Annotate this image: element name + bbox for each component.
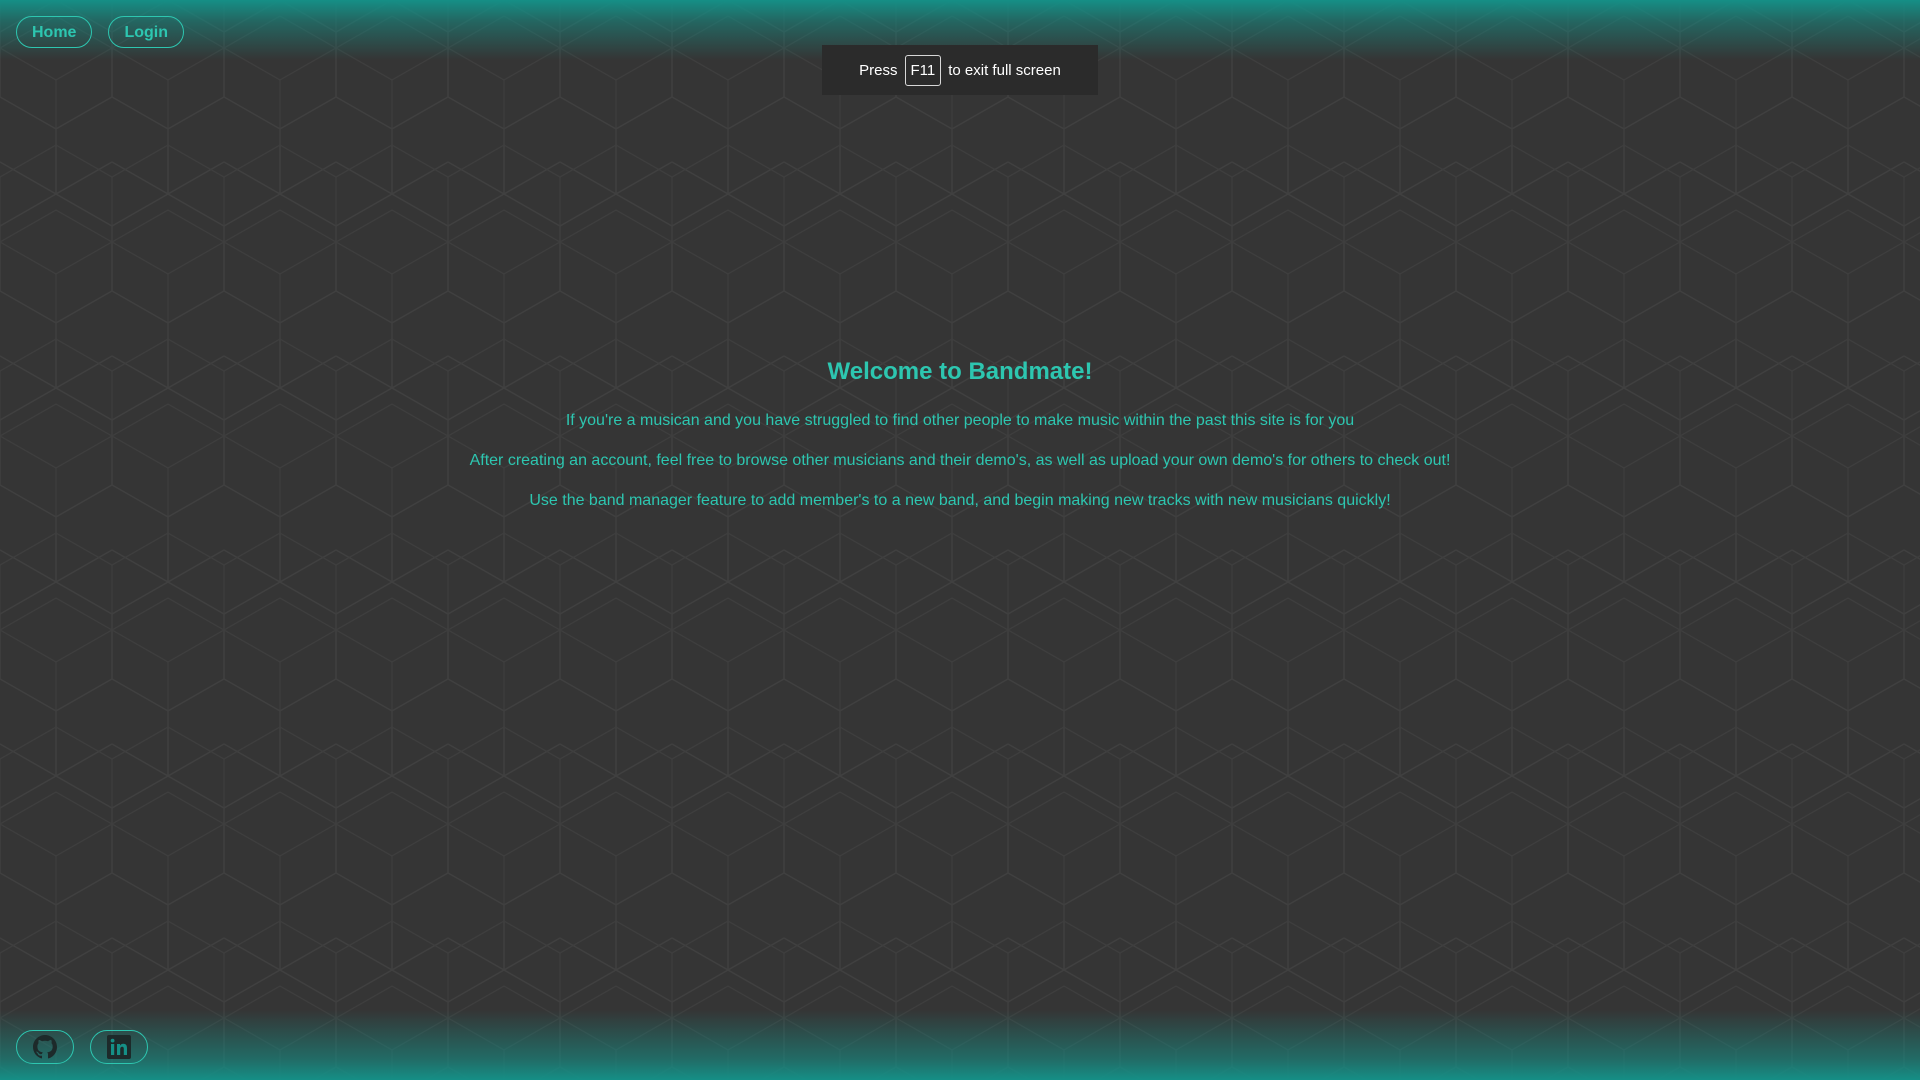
home-button[interactable]: Home (16, 16, 93, 48)
fullscreen-notice-key: F11 (904, 54, 942, 86)
fullscreen-notice: Press F11 to exit full screen (822, 45, 1098, 95)
login-button[interactable]: Login (108, 16, 184, 48)
page-title: Welcome to Bandmate! (827, 358, 1093, 385)
intro-paragraph: If you're a musican and you have struggl… (565, 412, 1355, 429)
linkedin-link[interactable] (90, 1030, 148, 1064)
fullscreen-notice-suffix: to exit full screen (948, 61, 1061, 79)
hexagon-background-pattern (0, 0, 1920, 1080)
band-manager-paragraph: Use the band manager feature to add memb… (529, 492, 1391, 509)
bottom-glow-band (0, 1010, 1920, 1080)
welcome-section: Welcome to Bandmate! If you're a musican… (0, 358, 1920, 510)
account-paragraph: After creating an account, feel free to … (469, 452, 1451, 469)
fullscreen-notice-press: Press (859, 61, 898, 79)
top-nav: Home Login (16, 16, 184, 48)
github-icon (33, 1035, 57, 1059)
footer-links (16, 1030, 148, 1064)
linkedin-icon (107, 1035, 131, 1059)
github-link[interactable] (16, 1030, 74, 1064)
